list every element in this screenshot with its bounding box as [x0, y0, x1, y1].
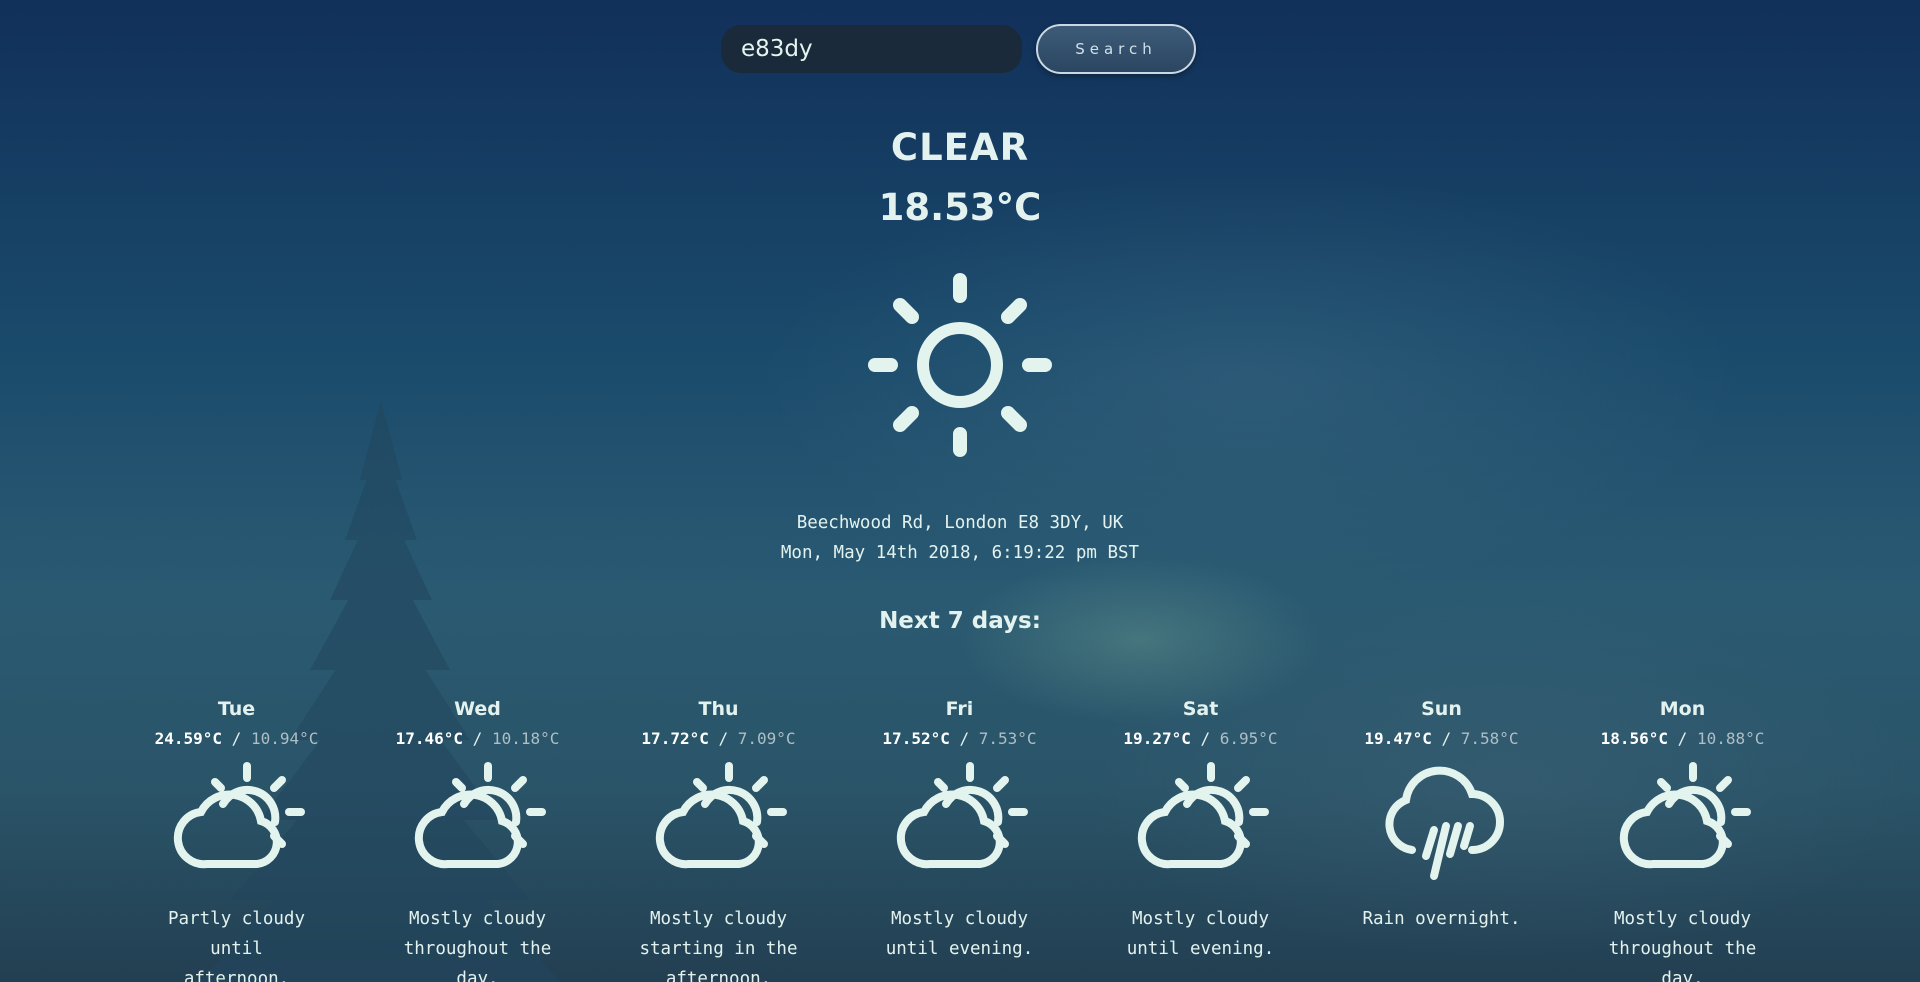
- forecast-day-sun: Sun 19.47°C / 7.58°C Rain overnight.: [1321, 694, 1562, 982]
- search-bar: Search: [721, 24, 1196, 74]
- forecast-low-temp: 10.18°C: [491, 729, 560, 748]
- current-temperature: 18.53°C: [878, 186, 1042, 229]
- forecast-day-mon: Mon 18.56°C / 10.88°C Mostly cloudy throu…: [1562, 694, 1803, 982]
- forecast-day-name: Mon: [1659, 698, 1706, 720]
- sun-icon: [868, 273, 1052, 457]
- forecast-day-name: Thu: [698, 698, 739, 720]
- forecast-high-temp: 24.59°C: [154, 729, 223, 748]
- temp-separator: /: [463, 729, 492, 748]
- temp-separator: /: [1431, 729, 1461, 748]
- forecast-low-temp: 7.58°C: [1460, 729, 1519, 748]
- forecast-title: Next 7 days:: [879, 608, 1041, 634]
- partly-cloudy-icon: [1137, 762, 1269, 869]
- forecast-high-temp: 17.46°C: [395, 729, 464, 748]
- forecast-low-temp: 10.94°C: [250, 729, 319, 748]
- temp-separator: /: [222, 729, 251, 748]
- forecast-temperatures: 19.27°C / 6.95°C: [1080, 724, 1321, 754]
- forecast-summary: Mostly cloudy until evening.: [885, 909, 1034, 959]
- forecast-temperatures: 24.59°C / 10.94°C: [116, 724, 357, 754]
- forecast-day-name: Sun: [1421, 698, 1462, 720]
- temp-separator: /: [949, 729, 979, 748]
- search-button[interactable]: Search: [1036, 24, 1196, 74]
- forecast-summary: Rain overnight.: [1362, 909, 1521, 929]
- forecast-high-temp: 19.27°C: [1123, 729, 1191, 748]
- forecast-day-name: Fri: [945, 698, 974, 720]
- forecast-day-fri: Fri 17.52°C / 7.53°C Mostly cloudy until …: [839, 694, 1080, 982]
- temp-separator: /: [1668, 729, 1697, 748]
- forecast-high-temp: 18.56°C: [1600, 729, 1669, 748]
- forecast-summary: Mostly cloudy starting in the afternoon.: [639, 909, 798, 982]
- forecast-low-temp: 7.53°C: [978, 729, 1037, 748]
- forecast-day-tue: Tue 24.59°C / 10.94°C Partly cloudy until…: [116, 694, 357, 982]
- forecast-day-name: Wed: [454, 698, 501, 720]
- forecast-list: Tue 24.59°C / 10.94°C Partly cloudy until…: [116, 694, 1803, 982]
- forecast-low-temp: 10.88°C: [1696, 729, 1765, 748]
- forecast-temperatures: 17.52°C / 7.53°C: [839, 724, 1080, 754]
- forecast-low-temp: 7.09°C: [737, 729, 796, 748]
- forecast-temperatures: 19.47°C / 7.58°C: [1321, 724, 1562, 754]
- temp-separator: /: [708, 729, 738, 748]
- forecast-summary: Mostly cloudy throughout the day.: [1608, 909, 1757, 982]
- forecast-day-sat: Sat 19.27°C / 6.95°C Mostly cloudy until …: [1080, 694, 1321, 982]
- forecast-day-wed: Wed 17.46°C / 10.18°C Mostly cloudy throu…: [357, 694, 598, 982]
- forecast-high-temp: 17.72°C: [641, 729, 709, 748]
- partly-cloudy-icon: [414, 762, 546, 869]
- rain-icon: [1384, 766, 1504, 880]
- forecast-temperatures: 18.56°C / 10.88°C: [1562, 724, 1803, 754]
- partly-cloudy-icon: [1619, 762, 1751, 869]
- location-address: Beechwood Rd, London E8 3DY, UK: [796, 513, 1124, 533]
- current-weather: CLEAR 18.53°C: [0, 118, 1920, 238]
- partly-cloudy-icon: [655, 762, 787, 869]
- forecast-temperatures: 17.46°C / 10.18°C: [357, 724, 598, 754]
- current-condition: CLEAR: [890, 126, 1030, 169]
- forecast-day-name: Sat: [1182, 698, 1219, 720]
- temp-separator: /: [1190, 729, 1220, 748]
- forecast-low-temp: 6.95°C: [1219, 729, 1278, 748]
- forecast-day-name: Tue: [217, 698, 256, 720]
- forecast-summary: Mostly cloudy throughout the day.: [403, 909, 552, 982]
- forecast-high-temp: 19.47°C: [1364, 729, 1432, 748]
- current-datetime: Mon, May 14th 2018, 6:19:22 pm BST: [780, 543, 1140, 563]
- partly-cloudy-icon: [896, 762, 1028, 869]
- forecast-summary: Mostly cloudy until evening.: [1126, 909, 1275, 959]
- partly-cloudy-icon: [173, 762, 305, 869]
- forecast-summary: Partly cloudy until afternoon.: [168, 909, 305, 982]
- postcode-search-input[interactable]: [721, 25, 1022, 73]
- forecast-high-temp: 17.52°C: [882, 729, 950, 748]
- forecast-day-thu: Thu 17.72°C / 7.09°C Mostly cloudy starti…: [598, 694, 839, 982]
- forecast-temperatures: 17.72°C / 7.09°C: [598, 724, 839, 754]
- location-info: Beechwood Rd, London E8 3DY, UK Mon, May…: [0, 508, 1920, 568]
